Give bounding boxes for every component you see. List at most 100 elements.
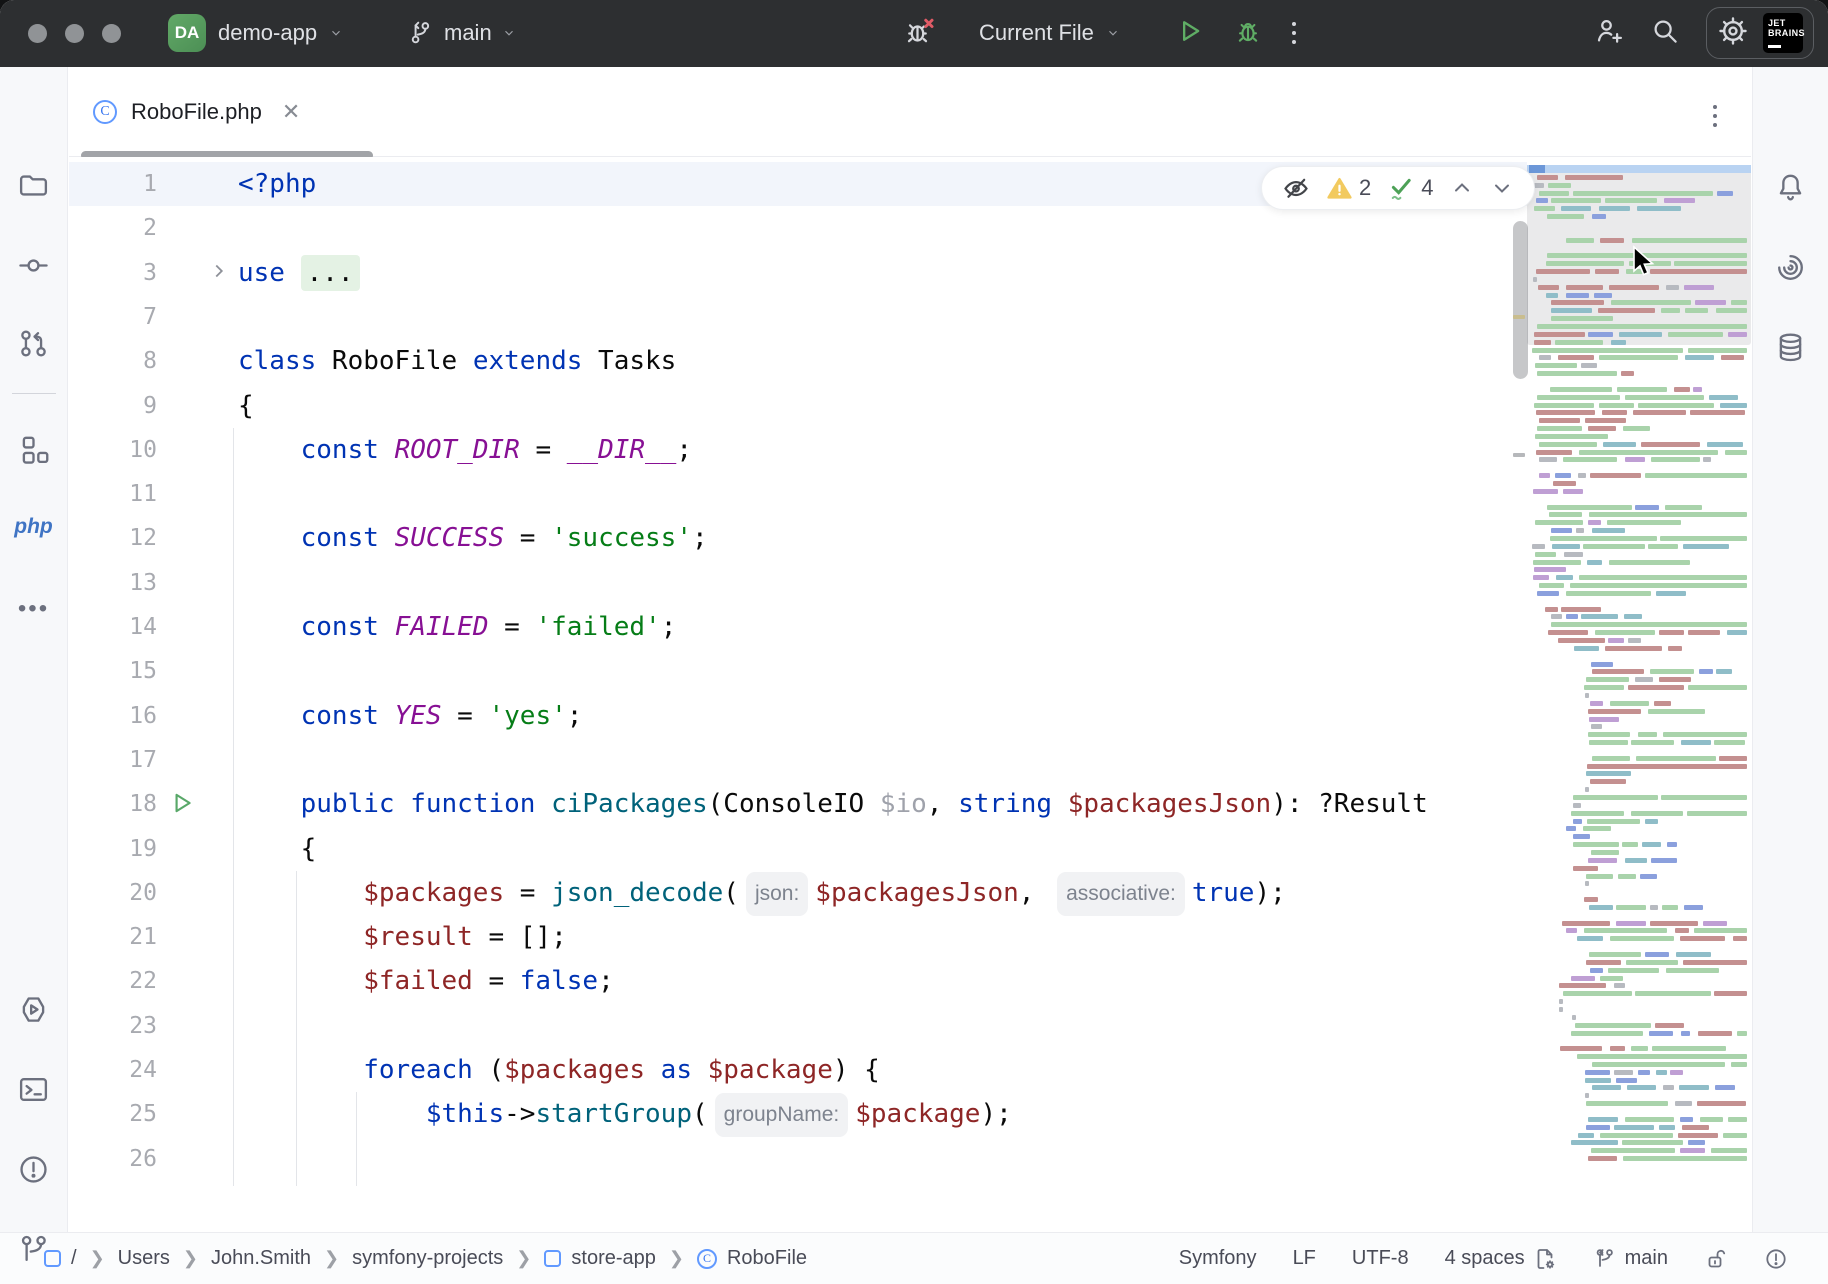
close-window-button[interactable]	[28, 24, 47, 43]
minimap-code-block	[1665, 505, 1702, 510]
breadcrumb-item-robofile[interactable]: CRoboFile	[697, 1247, 807, 1270]
minimap-code-block	[1579, 450, 1718, 455]
event-log-button[interactable]	[1764, 1247, 1788, 1271]
minimap-code-block	[1648, 709, 1704, 714]
line-number: 23	[69, 1004, 157, 1048]
profiler-disabled-button[interactable]	[905, 16, 935, 51]
minimap-code-block	[1583, 826, 1611, 831]
minimap[interactable]	[1527, 165, 1751, 1232]
minimap-code-block	[1533, 560, 1581, 565]
debug-button[interactable]	[1234, 17, 1262, 50]
chevron-right-icon: ❯	[516, 1248, 531, 1269]
editor-scrollbar-thumb[interactable]	[1513, 221, 1528, 379]
warnings-indicator[interactable]: 2	[1326, 175, 1371, 202]
minimap-code-block	[1585, 1078, 1612, 1083]
project-widget[interactable]: DA demo-app	[168, 10, 343, 56]
code-with-me-button[interactable]	[1594, 16, 1624, 51]
readonly-toggle[interactable]	[1704, 1247, 1728, 1271]
project-tool-button[interactable]	[12, 163, 56, 207]
code-line: $failed = false;	[238, 959, 614, 1003]
git-branch-widget[interactable]: main	[1593, 1247, 1668, 1271]
minimap-code-block	[1552, 544, 1580, 549]
minimap-code-block	[1599, 206, 1631, 211]
run-configuration-selector[interactable]: Current File	[979, 20, 1120, 46]
vcs-widget[interactable]: main	[408, 10, 516, 56]
breadcrumb-item-store-app[interactable]: store-app	[544, 1247, 656, 1270]
services-tool-button[interactable]	[12, 987, 56, 1031]
code-line: use ...	[238, 251, 360, 295]
minimap-code-block	[1532, 544, 1544, 549]
database-tool-button[interactable]	[1769, 325, 1813, 369]
problems-tool-button[interactable]	[12, 1147, 56, 1191]
more-run-actions-button[interactable]	[1292, 22, 1296, 44]
breadcrumb-item[interactable]: Users	[118, 1247, 170, 1270]
run-button[interactable]	[1176, 17, 1204, 50]
code-editor[interactable]: 1<?php23use ...78class RoboFile extends …	[69, 157, 1751, 1232]
minimap-code-block	[1592, 1062, 1725, 1067]
run-line-icon[interactable]	[169, 790, 195, 821]
minimap-code-block	[1573, 866, 1598, 871]
fold-region-icon[interactable]	[208, 260, 230, 287]
terminal-tool-button[interactable]	[12, 1067, 56, 1111]
debug-icon	[1234, 17, 1262, 45]
minimap-code-block	[1592, 1085, 1621, 1090]
tab-options-button[interactable]	[1713, 105, 1717, 127]
line-number: 12	[69, 516, 157, 560]
close-tab-icon[interactable]: ✕	[282, 99, 300, 125]
pull-requests-tool-button[interactable]	[12, 321, 56, 365]
warning-count: 2	[1359, 175, 1371, 201]
jetbrains-logo[interactable]: JETBRAINS	[1763, 13, 1803, 53]
encoding-widget[interactable]: UTF-8	[1352, 1247, 1409, 1270]
ai-assistant-tool-button[interactable]	[1769, 245, 1813, 289]
code-line: $result = [];	[238, 915, 567, 959]
line-number: 19	[69, 827, 157, 871]
minimap-code-block	[1586, 771, 1631, 776]
passed-indicator[interactable]: 4	[1387, 174, 1433, 202]
minimap-code-block	[1638, 1070, 1650, 1075]
highlighting-level-button[interactable]	[1282, 174, 1310, 202]
commit-tool-button[interactable]	[12, 243, 56, 287]
minimap-code-block	[1637, 206, 1681, 211]
settings-button[interactable]	[1717, 15, 1749, 52]
minimap-code-block	[1703, 921, 1726, 926]
minimap-code-block	[1638, 732, 1658, 737]
structure-tool-button[interactable]	[12, 427, 56, 471]
minimap-code-block	[1589, 905, 1613, 910]
minimap-code-block	[1716, 669, 1733, 674]
minimap-code-block	[1589, 717, 1620, 722]
minimap-code-block	[1698, 1031, 1733, 1036]
minimap-code-block	[1585, 418, 1626, 423]
chevron-right-icon: ❯	[669, 1248, 684, 1269]
previous-problem-button[interactable]	[1450, 176, 1474, 200]
zoom-window-button[interactable]	[102, 24, 121, 43]
minimap-code-block	[1652, 1046, 1726, 1051]
notifications-tool-button[interactable]	[1769, 165, 1813, 209]
more-tool-windows-button[interactable]: •••	[12, 587, 56, 631]
minimize-window-button[interactable]	[65, 24, 84, 43]
breadcrumbs: / ❯ Users ❯ John.Smith ❯ symfony-project…	[0, 1247, 1040, 1270]
framework-widget[interactable]: Symfony	[1179, 1247, 1257, 1270]
line-separator-widget[interactable]: LF	[1293, 1247, 1316, 1270]
minimap-code-block	[1550, 536, 1657, 541]
minimap-code-block	[1699, 669, 1713, 674]
indent-widget[interactable]: 4 spaces	[1445, 1247, 1557, 1271]
minimap-code-block	[1537, 426, 1582, 431]
minimap-code-block	[1676, 952, 1711, 957]
version-control-tool-button[interactable]	[12, 1227, 56, 1271]
search-everywhere-button[interactable]	[1650, 16, 1680, 51]
minimap-code-block	[1608, 968, 1658, 973]
next-problem-button[interactable]	[1490, 176, 1514, 200]
minimap-code-block	[1584, 897, 1597, 902]
minimap-code-block	[1539, 355, 1552, 360]
minimap-code-block	[1533, 575, 1550, 580]
breadcrumb-item[interactable]: symfony-projects	[352, 1247, 503, 1270]
breadcrumb-item[interactable]: John.Smith	[211, 1247, 311, 1270]
code-line: $packages = json_decode(json:$packagesJs…	[238, 871, 1286, 915]
minimap-code-block	[1586, 1101, 1667, 1106]
tab-robofile[interactable]: C RoboFile.php ✕	[83, 85, 310, 139]
minimap-code-block	[1690, 410, 1746, 415]
minimap-code-block	[1714, 740, 1745, 745]
code-line: <?php	[238, 162, 316, 206]
php-tool-button[interactable]: php	[12, 505, 56, 549]
minimap-code-block	[1668, 332, 1723, 337]
